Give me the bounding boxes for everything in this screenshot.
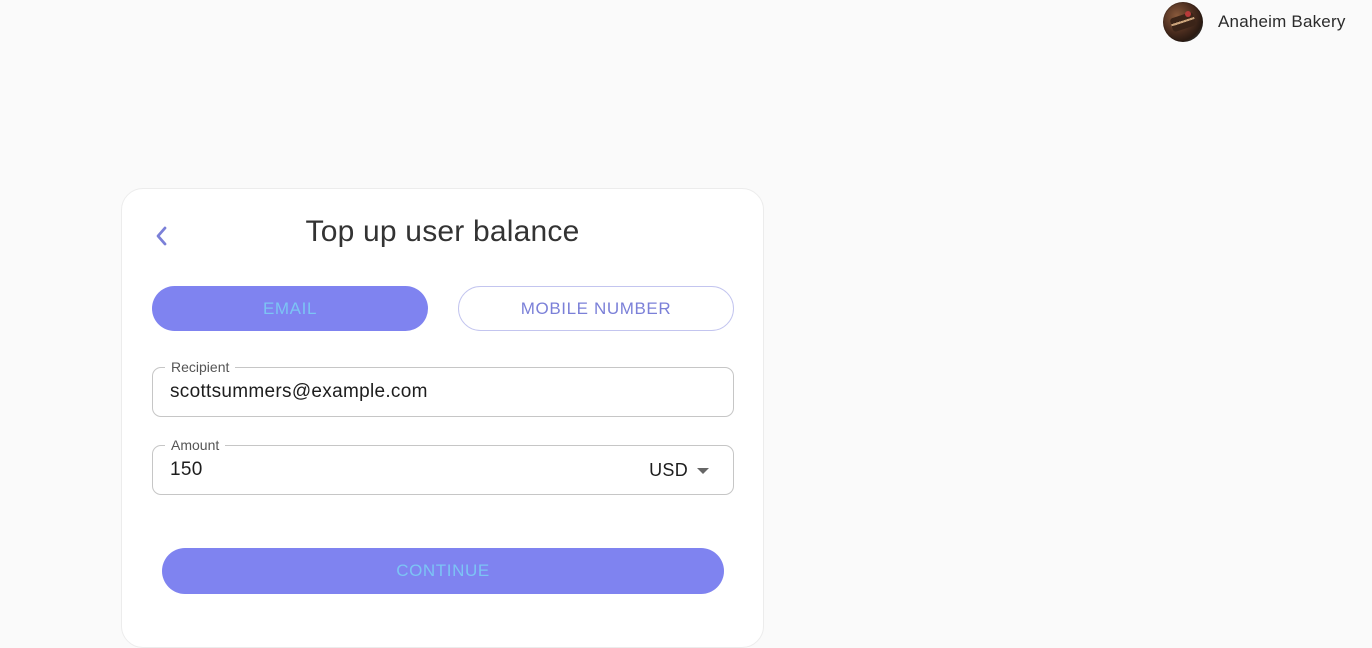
account-menu[interactable]: Anaheim Bakery <box>1163 2 1346 42</box>
avatar-berry-shape <box>1185 11 1191 17</box>
amount-input[interactable] <box>170 446 610 494</box>
tab-email[interactable]: EMAIL <box>152 286 428 331</box>
tab-mobile-number[interactable]: MOBILE NUMBER <box>458 286 734 331</box>
account-name[interactable]: Anaheim Bakery <box>1218 12 1346 32</box>
recipient-field[interactable]: Recipient <box>152 358 734 417</box>
bakery-avatar-icon[interactable] <box>1163 2 1203 42</box>
currency-value: USD <box>649 459 688 480</box>
recipient-input[interactable] <box>170 368 710 416</box>
amount-field[interactable]: Amount USD <box>152 436 734 495</box>
recipient-type-tabs: EMAIL MOBILE NUMBER <box>152 286 734 333</box>
continue-button[interactable]: CONTINUE <box>162 548 724 594</box>
currency-select[interactable]: USD <box>649 446 709 494</box>
avatar-cake-shape <box>1169 11 1197 33</box>
caret-down-icon <box>697 468 709 474</box>
page-title: Top up user balance <box>305 215 580 248</box>
top-up-card: Top up user balance EMAIL MOBILE NUMBER … <box>121 188 764 648</box>
